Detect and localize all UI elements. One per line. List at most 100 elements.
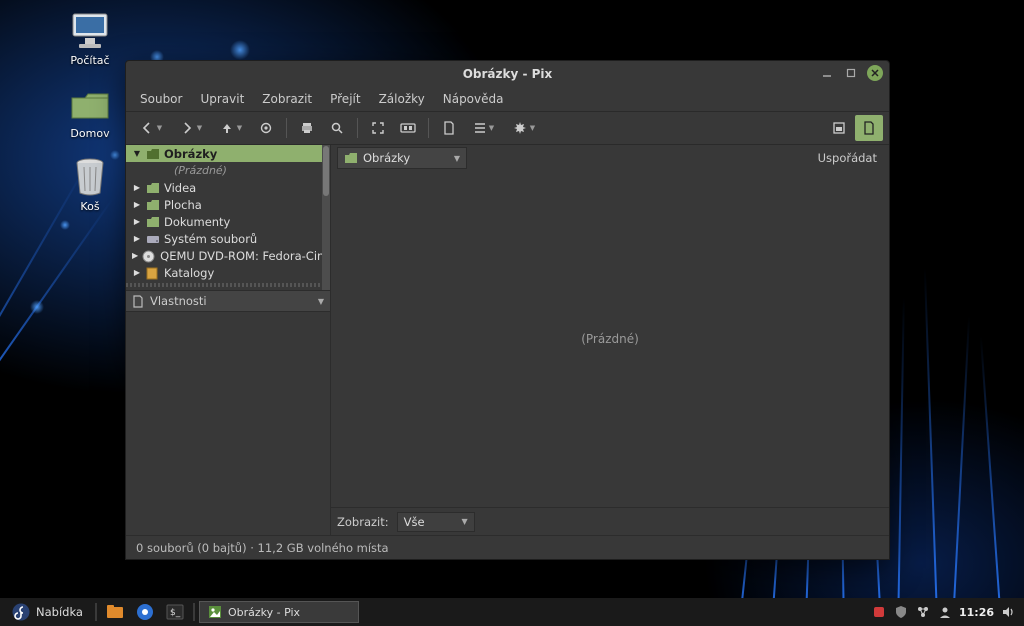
edit-toggle-button[interactable]: [855, 115, 883, 141]
clock[interactable]: 11:26: [959, 606, 994, 619]
tray-user-icon[interactable]: [937, 604, 953, 620]
search-button[interactable]: [323, 115, 351, 141]
window-title: Obrázky - Pix: [463, 67, 553, 81]
folder-tree: ▼ Obrázky (Prázdné) ▶Videa ▶Plocha ▶Doku…: [126, 145, 330, 290]
filter-value: Vše: [404, 515, 425, 529]
home-folder-icon: [69, 83, 111, 125]
svg-text:$_: $_: [170, 608, 181, 618]
fullscreen-button[interactable]: [364, 115, 392, 141]
slideshow-button[interactable]: [394, 115, 422, 141]
menu-bookmarks[interactable]: Záložky: [371, 89, 433, 109]
properties-toggle-button[interactable]: [825, 115, 853, 141]
folder-icon: [146, 182, 160, 194]
tree-node[interactable]: ▶Videa: [126, 179, 330, 196]
start-menu-button[interactable]: Nabídka: [4, 600, 91, 624]
tree-empty-hint: (Prázdné): [126, 162, 330, 179]
tree-node[interactable]: ▶Dokumenty: [126, 213, 330, 230]
sidebar: ▼ Obrázky (Prázdné) ▶Videa ▶Plocha ▶Doku…: [126, 145, 331, 535]
sort-button[interactable]: Uspořádat: [812, 148, 883, 168]
desktop-icon-computer[interactable]: Počítač: [50, 10, 130, 67]
computer-icon: [69, 10, 111, 52]
collapse-icon: ▼: [132, 149, 142, 158]
folder-icon: [146, 216, 160, 228]
tray-shield-icon[interactable]: [893, 604, 909, 620]
tray-update-icon[interactable]: [871, 604, 887, 620]
tree-node[interactable]: ▶ Katalogy: [126, 264, 330, 281]
pix-window: Obrázky - Pix Soubor Upravit Zobrazit Př…: [125, 60, 890, 560]
tray-network-icon[interactable]: [915, 604, 931, 620]
folder-icon: [146, 199, 160, 211]
tree-node-label: Videa: [164, 181, 196, 195]
nav-up-button[interactable]: ▼: [212, 115, 250, 141]
toolbar: ▼ ▼ ▼ ▼ ▼: [126, 111, 889, 145]
launcher-terminal[interactable]: $_: [161, 600, 189, 624]
breadcrumb-label: Obrázky: [363, 151, 410, 165]
taskbar-separator: [95, 603, 97, 621]
view-mode-button[interactable]: ▼: [465, 115, 503, 141]
location-bar: Obrázky ▼ Uspořádat: [331, 145, 889, 171]
taskbar-window-button[interactable]: Obrázky - Pix: [199, 601, 359, 623]
nav-home-button[interactable]: [252, 115, 280, 141]
maximize-button[interactable]: [843, 65, 859, 81]
disc-icon: [142, 250, 156, 262]
tree-scrollbar[interactable]: [322, 145, 330, 290]
new-file-button[interactable]: [435, 115, 463, 141]
filter-combo[interactable]: Vše ▼: [397, 512, 475, 532]
print-button[interactable]: [293, 115, 321, 141]
chevron-down-icon: ▼: [461, 517, 467, 526]
tree-node-label: Plocha: [164, 198, 202, 212]
file-view[interactable]: (Prázdné): [331, 171, 889, 507]
launcher-browser[interactable]: [131, 600, 159, 624]
nav-forward-button[interactable]: ▼: [172, 115, 210, 141]
expand-icon: ▶: [132, 251, 138, 260]
breadcrumb[interactable]: Obrázky ▼: [337, 147, 467, 169]
menu-file[interactable]: Soubor: [132, 89, 190, 109]
menu-view[interactable]: Zobrazit: [254, 89, 320, 109]
tray-volume-icon[interactable]: [1000, 604, 1016, 620]
menu-edit[interactable]: Upravit: [192, 89, 252, 109]
tree-node-selected[interactable]: ▼ Obrázky: [126, 145, 330, 162]
menu-help[interactable]: Nápověda: [435, 89, 512, 109]
minimize-button[interactable]: [819, 65, 835, 81]
launcher-files[interactable]: [101, 600, 129, 624]
tree-node-label: QEMU DVD-ROM: Fedora-Cinnamon-…: [160, 249, 330, 263]
menu-go[interactable]: Přejít: [322, 89, 368, 109]
desktop-icon-home[interactable]: Domov: [50, 83, 130, 140]
tools-button[interactable]: ▼: [505, 115, 543, 141]
toolbar-separator: [286, 118, 287, 138]
status-text: 0 souborů (0 bajtů) · 11,2 GB volného mí…: [136, 541, 389, 555]
catalog-icon: [146, 267, 160, 279]
tree-node[interactable]: ▶Plocha: [126, 196, 330, 213]
taskbar-window-label: Obrázky - Pix: [228, 606, 300, 619]
expand-icon: ▶: [132, 268, 142, 277]
tree-resize-handle[interactable]: [126, 283, 330, 287]
pix-app-icon: [208, 605, 222, 619]
drive-icon: [146, 233, 160, 245]
desktop-icon-label: Počítač: [70, 54, 109, 67]
main-pane: Obrázky ▼ Uspořádat (Prázdné) Zobrazit: …: [331, 145, 889, 535]
tree-node-label: Katalogy: [164, 266, 214, 280]
trash-icon: [69, 156, 111, 198]
menubar: Soubor Upravit Zobrazit Přejít Záložky N…: [126, 87, 889, 111]
titlebar[interactable]: Obrázky - Pix: [126, 61, 889, 87]
properties-panel-header[interactable]: Vlastnosti ▼: [126, 290, 330, 312]
tree-node-label: Dokumenty: [164, 215, 230, 229]
folder-icon: [344, 152, 358, 164]
tree-node[interactable]: ▶Systém souborů: [126, 230, 330, 247]
toolbar-separator: [357, 118, 358, 138]
expand-icon: ▶: [132, 234, 142, 243]
close-button[interactable]: [867, 65, 883, 81]
properties-panel-body: [126, 312, 330, 535]
properties-title: Vlastnosti: [150, 294, 207, 308]
taskbar: Nabídka $_ Obrázky - Pix 11:26: [0, 598, 1024, 626]
empty-view-text: (Prázdné): [581, 332, 639, 346]
filter-bar: Zobrazit: Vše ▼: [331, 507, 889, 535]
desktop-icon-trash[interactable]: Koš: [50, 156, 130, 213]
taskbar-separator: [193, 603, 195, 621]
tree-node-label: Obrázky: [164, 147, 217, 161]
tree-node[interactable]: ▶ QEMU DVD-ROM: Fedora-Cinnamon-…: [126, 247, 330, 264]
nav-back-button[interactable]: ▼: [132, 115, 170, 141]
status-bar: 0 souborů (0 bajtů) · 11,2 GB volného mí…: [126, 535, 889, 559]
folder-icon: [146, 148, 160, 160]
fedora-logo-icon: [12, 603, 30, 621]
